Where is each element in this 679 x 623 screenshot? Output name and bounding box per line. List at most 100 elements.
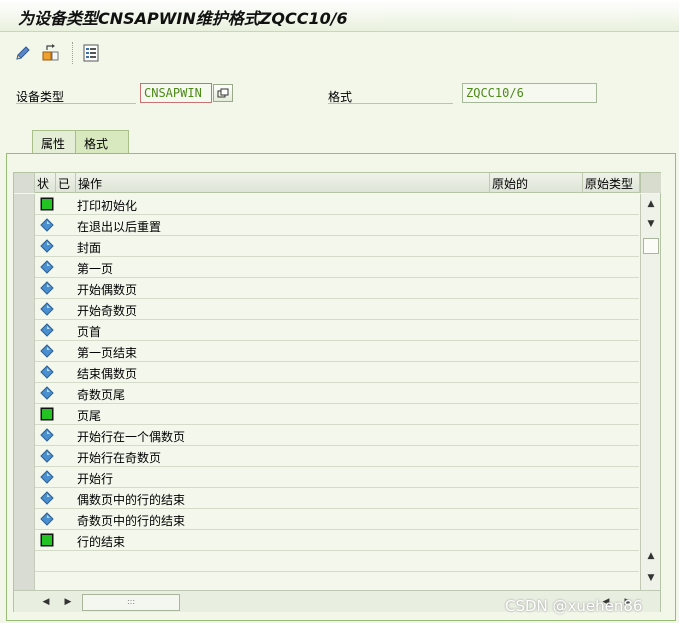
scroll-up-button[interactable]: ▲	[641, 194, 661, 214]
diamond-icon	[40, 302, 54, 316]
diamond-icon	[40, 386, 54, 400]
list-button[interactable]	[80, 42, 102, 64]
title-bar: 为设备类型CNSAPWIN维护格式ZQCC10/6	[0, 0, 679, 32]
operation-text: 开始偶数页	[77, 283, 138, 297]
toolbar-separator	[72, 42, 73, 64]
label-underline	[328, 103, 453, 104]
table-rows: 打印初始化在退出以后重置封面第一页开始偶数页开始奇数页 页首第一页结束结束偶数页奇…	[14, 194, 639, 593]
table-row[interactable]: 第一页结束	[14, 341, 639, 362]
operation-text: 开始行在奇数页	[77, 451, 162, 465]
table-row[interactable]: 偶数页中的行的结束	[14, 488, 639, 509]
operation-text: 奇数页中的行的结束	[77, 514, 186, 528]
table-row[interactable]: 奇数页尾	[14, 383, 639, 404]
format-field: ZQCC10/6	[462, 83, 597, 103]
row-selector[interactable]	[14, 488, 35, 509]
display-change-icon	[42, 44, 59, 61]
green-status-icon	[40, 407, 54, 421]
diamond-icon	[40, 281, 54, 295]
horizontal-scroll-thumb[interactable]: :::	[82, 594, 180, 611]
vertical-scrollbar[interactable]: ▲ ▼ ▲ ▼	[640, 194, 660, 590]
scroll-page-up-button[interactable]: ▲	[641, 546, 661, 566]
pencil-button[interactable]	[12, 42, 34, 64]
row-selector[interactable]	[14, 341, 35, 362]
pencil-icon	[16, 46, 30, 60]
window-title: 为设备类型CNSAPWIN维护格式ZQCC10/6	[18, 9, 348, 28]
table-row[interactable]: 开始行	[14, 467, 639, 488]
operation-text: 开始行	[77, 472, 114, 486]
value-help-icon	[217, 88, 229, 98]
row-selector[interactable]	[14, 383, 35, 404]
row-selector[interactable]	[14, 194, 35, 215]
row-selector[interactable]	[14, 278, 35, 299]
table-row[interactable]: 奇数页中的行的结束	[14, 509, 639, 530]
operation-text: 结束偶数页	[77, 367, 138, 381]
row-selector[interactable]	[14, 257, 35, 278]
table-settings-button[interactable]	[640, 173, 661, 193]
tab-attributes[interactable]: 属性	[32, 130, 76, 154]
scroll-right-button[interactable]: ▶	[60, 594, 76, 610]
row-selector[interactable]	[14, 551, 35, 572]
column-status[interactable]: 状	[35, 173, 56, 193]
row-selector[interactable]	[14, 236, 35, 257]
row-selector[interactable]	[14, 320, 35, 341]
table-row[interactable]: 页首	[14, 320, 639, 341]
operation-text: 偶数页中的行的结束	[77, 493, 186, 507]
scroll-thumb[interactable]	[643, 238, 659, 254]
table-row[interactable]: 第一页	[14, 257, 639, 278]
operation-text: 在退出以后重置	[77, 220, 162, 234]
operation-text: 第一页	[77, 262, 114, 276]
row-selector[interactable]	[14, 425, 35, 446]
table-row[interactable]: 开始奇数页	[14, 299, 639, 320]
column-original[interactable]: 原始的	[490, 173, 583, 193]
table-row[interactable]: 页尾	[14, 404, 639, 425]
list-icon	[83, 44, 99, 62]
row-selector[interactable]	[14, 404, 35, 425]
application-toolbar	[0, 32, 679, 72]
diamond-icon	[40, 365, 54, 379]
green-status-icon	[40, 533, 54, 547]
table-row[interactable]: 行的结束	[14, 530, 639, 551]
row-selector[interactable]	[14, 446, 35, 467]
row-selector[interactable]	[14, 530, 35, 551]
display-change-button[interactable]	[40, 42, 62, 64]
scroll-down-button[interactable]: ▼	[641, 214, 661, 234]
device-type-field[interactable]: CNSAPWIN	[140, 83, 212, 103]
value-help-button[interactable]	[213, 84, 233, 102]
table-row[interactable]: 在退出以后重置	[14, 215, 639, 236]
table-row[interactable]: 封面	[14, 236, 639, 257]
diamond-icon	[40, 449, 54, 463]
column-done[interactable]: 已	[56, 173, 76, 193]
diamond-icon	[40, 512, 54, 526]
diamond-icon	[40, 239, 54, 253]
table-row[interactable]	[14, 551, 639, 572]
operation-text: 行的结束	[77, 535, 126, 549]
row-selector[interactable]	[14, 299, 35, 320]
diamond-icon	[40, 323, 54, 337]
diamond-icon	[40, 491, 54, 505]
row-selector[interactable]	[14, 215, 35, 236]
row-selector[interactable]	[14, 509, 35, 530]
scroll-page-down-button[interactable]: ▼	[641, 568, 661, 588]
tab-format[interactable]: 格式	[75, 130, 129, 155]
diamond-icon	[40, 470, 54, 484]
diamond-icon	[40, 344, 54, 358]
label-underline	[16, 103, 136, 104]
column-operation[interactable]: 操作	[76, 173, 490, 193]
operation-text: 打印初始化	[77, 199, 138, 213]
table-row[interactable]: 开始行在一个偶数页	[14, 425, 639, 446]
table-row[interactable]: 开始偶数页	[14, 278, 639, 299]
table-row[interactable]: 结束偶数页	[14, 362, 639, 383]
row-selector[interactable]	[14, 467, 35, 488]
diamond-icon	[40, 218, 54, 232]
operation-text: 第一页结束	[77, 346, 138, 360]
row-selector[interactable]	[14, 362, 35, 383]
table-row[interactable]: 开始行在奇数页	[14, 446, 639, 467]
watermark: CSDN @xuehen86	[505, 597, 643, 615]
operation-text: 页尾	[77, 409, 102, 423]
column-original-type[interactable]: 原始类型	[583, 173, 640, 193]
operation-text: 开始行在一个偶数页	[77, 430, 186, 444]
scroll-left-button[interactable]: ◀	[38, 594, 54, 610]
select-all-cell[interactable]	[14, 173, 35, 193]
table-row[interactable]: 打印初始化	[14, 194, 639, 215]
green-status-icon	[40, 197, 54, 211]
